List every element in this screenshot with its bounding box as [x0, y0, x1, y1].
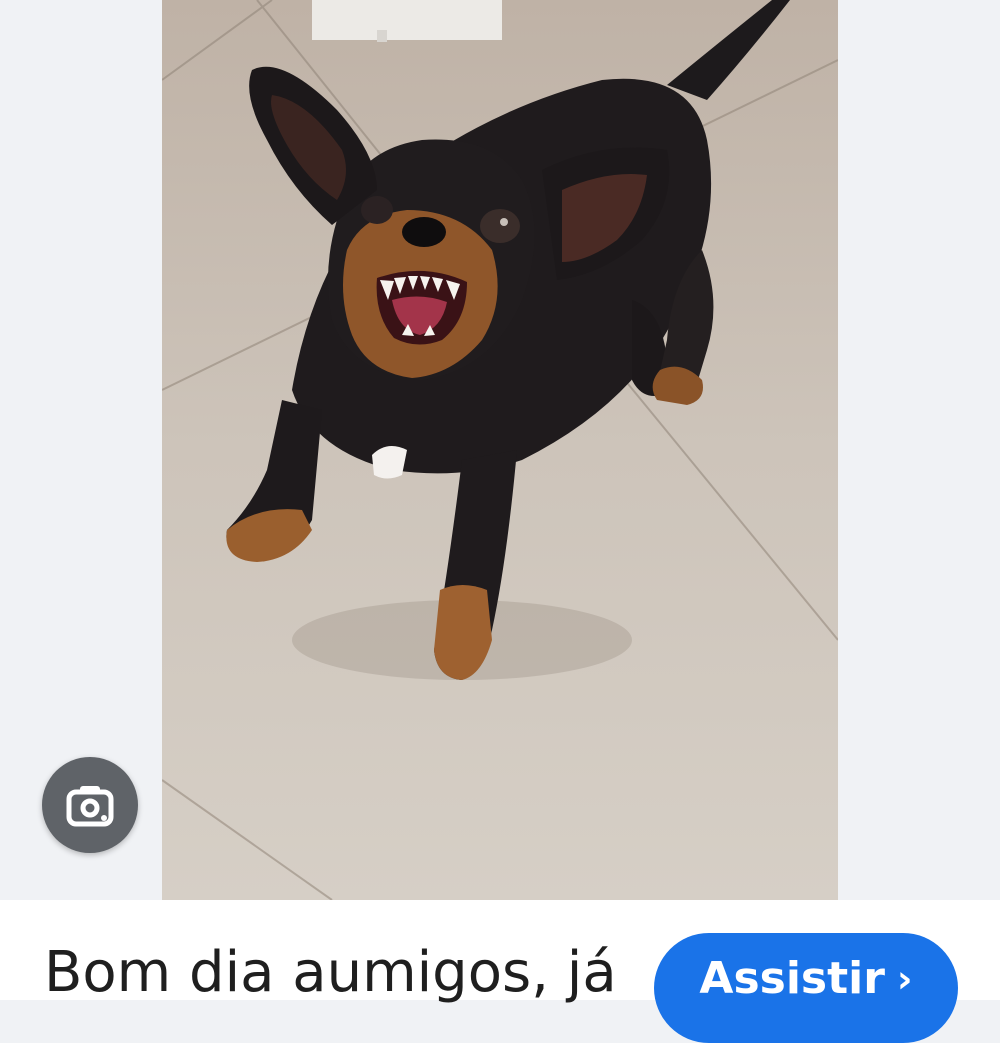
watch-button[interactable]: Assistir › [654, 933, 958, 1043]
google-lens-icon [66, 786, 114, 827]
result-title[interactable]: Bom dia aumigos, já [44, 938, 617, 1008]
dog-photo [162, 0, 838, 900]
chevron-right-icon: › [896, 957, 913, 1001]
result-image[interactable] [162, 0, 838, 900]
google-lens-button[interactable] [42, 757, 138, 853]
watch-button-label: Assistir [699, 953, 885, 1004]
